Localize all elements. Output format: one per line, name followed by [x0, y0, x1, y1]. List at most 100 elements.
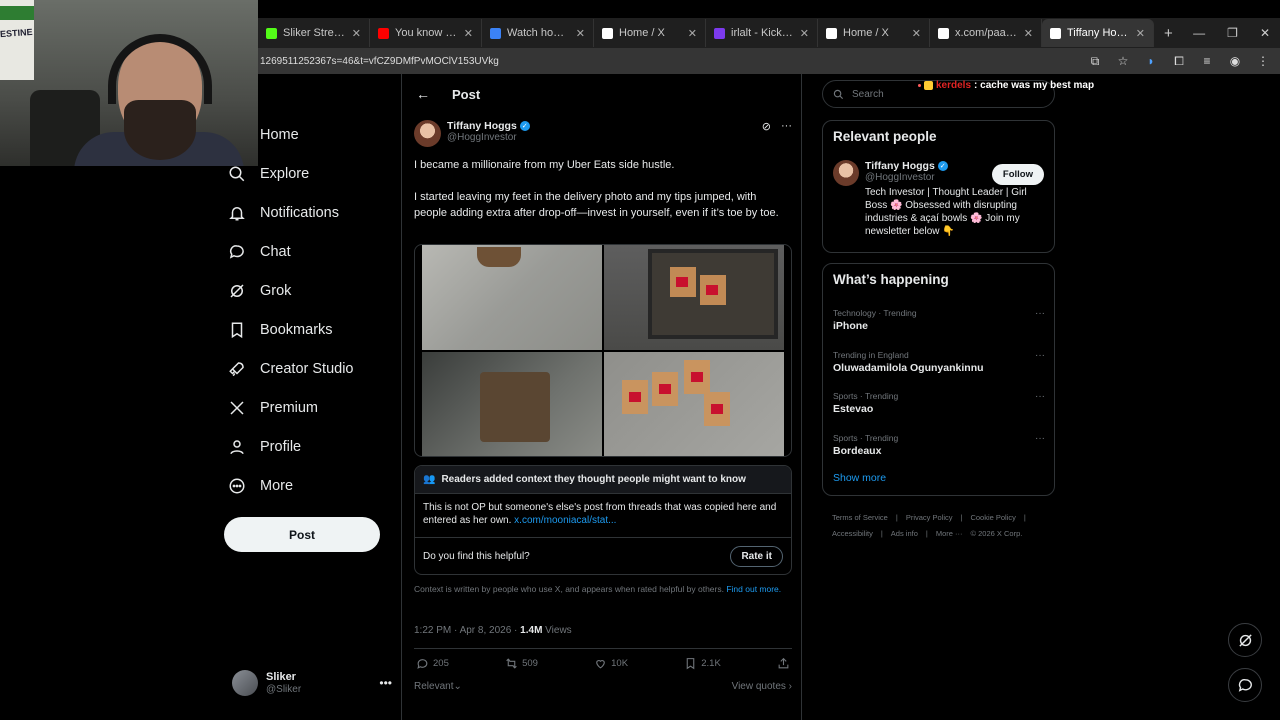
- sidebar-item-chat[interactable]: Chat: [228, 232, 398, 271]
- whats-happening-card: What’s happening Technology · Trending iP…: [822, 263, 1055, 496]
- reading-list-icon[interactable]: ≡: [1200, 54, 1214, 69]
- sidebar-item-premium[interactable]: Premium: [228, 388, 398, 427]
- puzzle-icon[interactable]: ⧠: [1172, 54, 1186, 69]
- browser-tab[interactable]: Tiffany Hoggs on ✕: [1042, 19, 1154, 47]
- trend-name: Oluwadamilola Ogunyankinnu: [833, 361, 984, 374]
- bookmark-button[interactable]: 2.1K: [684, 657, 721, 670]
- relevant-avatar[interactable]: [833, 160, 859, 186]
- new-tab-button[interactable]: +: [1164, 25, 1173, 42]
- account-name: Sliker: [266, 671, 296, 683]
- more-options-icon[interactable]: ···: [781, 120, 792, 133]
- browser-tab[interactable]: Sliker Stream - W ✕: [258, 19, 370, 47]
- note-link[interactable]: x.com/mooniacal/stat...: [514, 515, 616, 526]
- show-more-link[interactable]: Show more: [833, 472, 886, 484]
- verified-badge-icon: ✓: [519, 121, 530, 131]
- back-arrow-icon[interactable]: ←: [416, 86, 430, 102]
- more-options-icon[interactable]: ···: [1035, 350, 1045, 361]
- browser-menu-icon[interactable]: ⋮: [1256, 54, 1270, 69]
- grok-fab[interactable]: [1228, 623, 1262, 657]
- trend-category: Sports · Trending: [833, 432, 899, 443]
- media-photo[interactable]: [604, 245, 784, 350]
- footer-link[interactable]: Terms of Service: [832, 513, 888, 522]
- browser-tab[interactable]: Home / X ✕: [594, 19, 706, 47]
- view-quotes-label: View quotes: [731, 681, 786, 692]
- sidebar-item-grok[interactable]: Grok: [228, 271, 398, 310]
- author-name[interactable]: Tiffany Hoggs: [447, 120, 517, 132]
- install-icon[interactable]: ⧉: [1088, 54, 1102, 69]
- share-button[interactable]: [777, 657, 790, 670]
- tab-title: Tiffany Hoggs on: [1067, 27, 1130, 39]
- sidebar-item-creator-studio[interactable]: Creator Studio: [228, 349, 398, 388]
- sidebar-item-more[interactable]: More: [228, 466, 398, 505]
- close-tab-icon[interactable]: ✕: [1136, 27, 1145, 40]
- sidebar-item-label: Bookmarks: [260, 321, 333, 338]
- post-timestamp[interactable]: 1:22 PM · Apr 8, 2026 ·: [414, 625, 520, 636]
- extension-blue-icon[interactable]: ◗: [1144, 54, 1158, 69]
- avatar: [232, 670, 258, 696]
- find-out-more-link[interactable]: Find out more.: [726, 584, 781, 594]
- account-switcher[interactable]: Sliker @Sliker •••: [232, 668, 392, 698]
- tab-favicon-icon: [266, 27, 277, 39]
- more-options-icon[interactable]: ···: [1035, 433, 1045, 444]
- close-tab-icon[interactable]: ✕: [464, 27, 473, 40]
- close-tab-icon[interactable]: ✕: [688, 27, 697, 40]
- url-text[interactable]: 1269511252367s=46&t=vfCZ9DMfPvMOClV153UV…: [260, 56, 499, 67]
- author-handle[interactable]: @HoggInvestor: [447, 132, 530, 143]
- more-options-icon[interactable]: ···: [1035, 391, 1045, 402]
- footer-separator: |: [1023, 513, 1026, 522]
- trend-item[interactable]: Sports · Trending Bordeaux ···: [833, 433, 1045, 457]
- browser-tab[interactable]: irlalt - Kick Stats, ✕: [706, 19, 818, 47]
- view-quotes-link[interactable]: View quotes ›: [732, 681, 792, 692]
- footer-link[interactable]: More ···: [936, 529, 963, 538]
- footer-link[interactable]: Cookie Policy: [970, 513, 1015, 522]
- sidebar-item-label: Premium: [260, 399, 319, 416]
- author-avatar[interactable]: [414, 120, 441, 147]
- grok-icon[interactable]: ⊘: [762, 120, 771, 133]
- star-icon[interactable]: ☆: [1116, 54, 1130, 69]
- browser-tab[interactable]: x.com/paaiinnnn/ ✕: [930, 19, 1042, 47]
- restore-icon[interactable]: ❐: [1227, 26, 1238, 40]
- messages-fab[interactable]: [1228, 668, 1262, 702]
- browser-tab[interactable]: You know they g ✕: [370, 19, 482, 47]
- more-options-icon[interactable]: ···: [1035, 308, 1045, 319]
- chat-username: kerdels: [936, 80, 972, 91]
- close-tab-icon[interactable]: ✕: [800, 27, 809, 40]
- tab-favicon-icon: [378, 27, 389, 39]
- footer-separator: |: [895, 513, 898, 522]
- rate-it-button[interactable]: Rate it: [730, 545, 783, 567]
- trend-item[interactable]: Technology · Trending iPhone ···: [833, 308, 1045, 332]
- post-button[interactable]: Post: [224, 517, 380, 552]
- relevant-name[interactable]: Tiffany Hoggs: [865, 160, 935, 172]
- trend-item[interactable]: Sports · Trending Estevao ···: [833, 391, 1045, 415]
- close-tab-icon[interactable]: ✕: [1024, 27, 1033, 40]
- trend-item[interactable]: Trending in England Oluwadamilola Ogunyan…: [833, 350, 1045, 374]
- sidebar-item-profile[interactable]: Profile: [228, 427, 398, 466]
- media-photo[interactable]: [422, 245, 602, 350]
- footer-separator: |: [880, 529, 883, 538]
- media-photo[interactable]: [604, 351, 784, 456]
- close-tab-icon[interactable]: ✕: [352, 27, 361, 40]
- profile-avatar-icon[interactable]: ◉: [1228, 54, 1242, 69]
- like-button[interactable]: 10K: [594, 657, 628, 670]
- close-tab-icon[interactable]: ✕: [576, 27, 585, 40]
- tab-title: Home / X: [843, 27, 889, 39]
- reply-count: 205: [433, 658, 449, 669]
- reply-button[interactable]: 205: [416, 657, 449, 670]
- sidebar-item-notifications[interactable]: Notifications: [228, 193, 398, 232]
- sort-replies-dropdown[interactable]: Relevant⌄: [414, 681, 462, 692]
- footer-link[interactable]: Accessibility: [832, 529, 873, 538]
- media-photo[interactable]: [422, 351, 602, 456]
- browser-tab[interactable]: Watch homagaa ✕: [482, 19, 594, 47]
- close-window-icon[interactable]: ✕: [1260, 26, 1270, 40]
- footer-link[interactable]: Ads info: [891, 529, 918, 538]
- card-title: What’s happening: [833, 272, 949, 287]
- browser-tab[interactable]: Home / X ✕: [818, 19, 930, 47]
- footer-link[interactable]: Privacy Policy: [906, 513, 953, 522]
- sidebar-item-bookmarks[interactable]: Bookmarks: [228, 310, 398, 349]
- repost-button[interactable]: 509: [505, 657, 538, 670]
- more-dots-icon[interactable]: •••: [379, 676, 392, 690]
- follow-button[interactable]: Follow: [991, 164, 1044, 185]
- minimize-icon[interactable]: —: [1193, 26, 1205, 40]
- footer-link[interactable]: © 2026 X Corp.: [971, 529, 1023, 538]
- close-tab-icon[interactable]: ✕: [912, 27, 921, 40]
